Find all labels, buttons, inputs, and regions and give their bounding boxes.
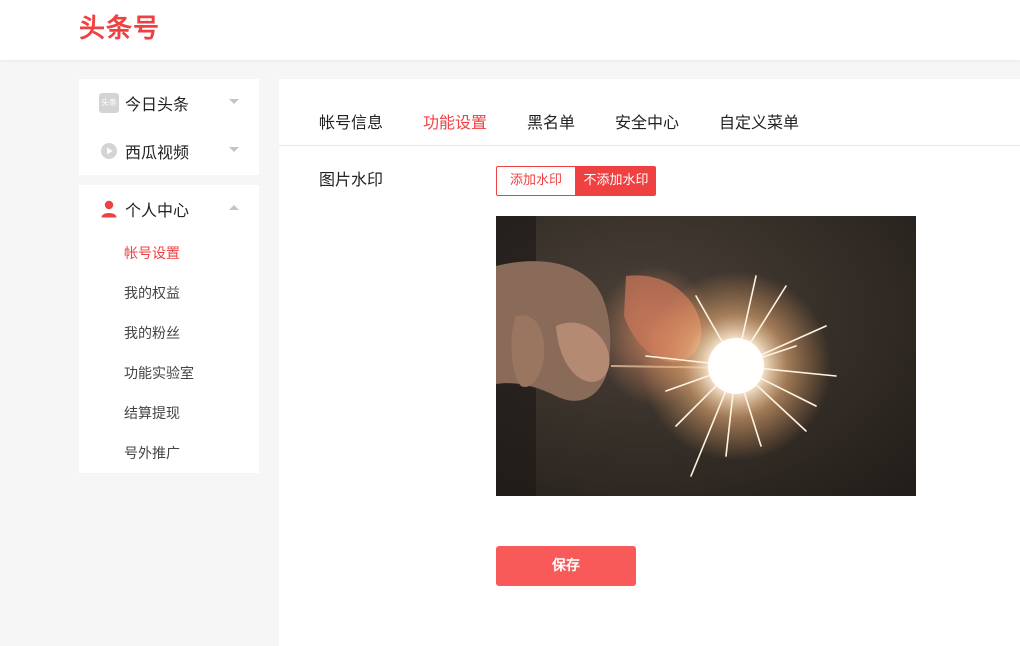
toutiao-icon: 头条 (99, 93, 119, 113)
chevron-down-icon (229, 147, 239, 152)
settings-tabs: 帐号信息 功能设置 黑名单 安全中心 自定义菜单 (279, 79, 1020, 146)
sidebar-platform-card: 头条 今日头条 西瓜视频 (79, 79, 259, 175)
chevron-down-icon (229, 99, 239, 104)
top-bar: 头条号 (0, 0, 1020, 60)
sidebar-item-toutiao[interactable]: 头条 今日头条 (99, 91, 239, 115)
save-button[interactable]: 保存 (496, 546, 636, 586)
no-watermark-button[interactable]: 不添加水印 (576, 166, 656, 196)
sidebar-subitem-my-rights[interactable]: 我的权益 (124, 284, 180, 304)
xigua-video-icon (99, 141, 119, 161)
tab-custom-menu[interactable]: 自定义菜单 (719, 112, 799, 134)
sidebar-item-label: 今日头条 (125, 95, 190, 114)
user-icon (99, 199, 119, 219)
sidebar-subitem-promotion[interactable]: 号外推广 (124, 444, 180, 464)
add-watermark-button[interactable]: 添加水印 (496, 166, 576, 196)
watermark-toggle: 添加水印 不添加水印 (496, 166, 656, 196)
sidebar-subitem-my-fans[interactable]: 我的粉丝 (124, 324, 180, 344)
sidebar-personal-card: 个人中心 帐号设置 我的权益 我的粉丝 功能实验室 结算提现 号外推广 (79, 185, 259, 473)
tab-feature-settings[interactable]: 功能设置 (423, 112, 487, 134)
sidebar-item-label: 西瓜视频 (125, 143, 190, 162)
tab-security-center[interactable]: 安全中心 (615, 112, 679, 134)
watermark-preview-image (496, 216, 916, 496)
chevron-up-icon (229, 205, 239, 210)
tab-account-info[interactable]: 帐号信息 (319, 112, 383, 134)
sidebar-subitem-account-settings[interactable]: 帐号设置 (124, 244, 180, 264)
sidebar-item-xigua[interactable]: 西瓜视频 (99, 139, 239, 163)
image-watermark-label: 图片水印 (319, 170, 384, 189)
toutiaohao-logo[interactable]: 头条号 (79, 11, 160, 47)
sidebar-item-label: 个人中心 (125, 201, 190, 220)
main-panel: 帐号信息 功能设置 黑名单 安全中心 自定义菜单 图片水印 添加水印 不添加水印 (279, 79, 1020, 646)
sidebar-subitem-feature-lab[interactable]: 功能实验室 (124, 364, 194, 384)
sidebar-item-personal-center[interactable]: 个人中心 (99, 197, 239, 221)
tab-blacklist[interactable]: 黑名单 (527, 112, 575, 134)
sidebar-subitem-settlement[interactable]: 结算提现 (124, 404, 180, 424)
